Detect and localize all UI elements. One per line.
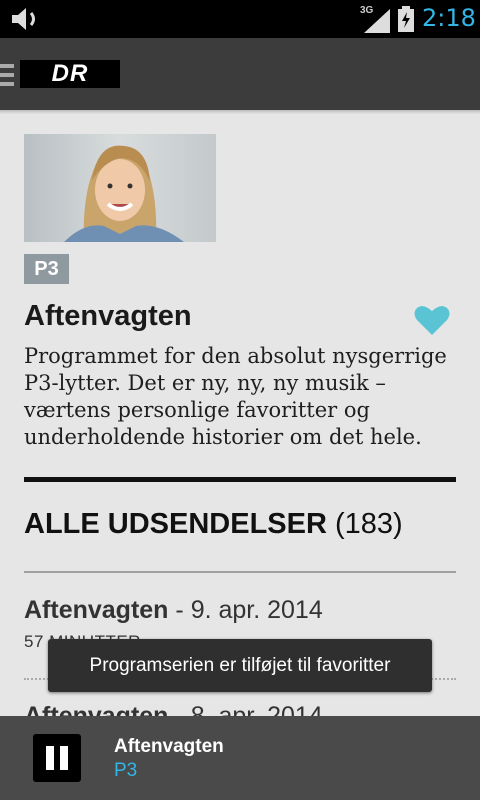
favorite-added-toast: Programserien er tilføjet til favoritter bbox=[48, 639, 432, 692]
app-bar: DR bbox=[0, 38, 480, 114]
pause-icon bbox=[46, 746, 54, 770]
now-playing-channel: P3 bbox=[114, 760, 138, 781]
now-playing-bar[interactable]: Aftenvagten P3 bbox=[0, 716, 480, 800]
description-line: værtens personlige favoritter og bbox=[24, 398, 370, 422]
signal-icon: 3G bbox=[360, 5, 390, 33]
status-bar: 3G 2:18 bbox=[0, 0, 480, 38]
section-divider bbox=[24, 477, 456, 482]
episode-date: 9. apr. 2014 bbox=[190, 596, 323, 624]
heart-icon[interactable] bbox=[414, 304, 450, 336]
description-line: P3-lytter. Det er ny, ny, ny musik – bbox=[24, 371, 386, 395]
description-line: Programmet for den absolut nysgerrige bbox=[24, 344, 447, 368]
status-clock: 2:18 bbox=[422, 4, 476, 32]
now-playing-title: Aftenvagten bbox=[114, 736, 224, 757]
description-line: underholdende historier om det hele. bbox=[24, 425, 422, 449]
pause-button[interactable] bbox=[33, 734, 81, 782]
program-photo bbox=[24, 134, 216, 242]
section-title-text: ALLE UDSENDELSER bbox=[24, 508, 327, 540]
logo-text: DR bbox=[51, 60, 89, 87]
hamburger-menu-icon[interactable] bbox=[0, 64, 14, 86]
episode-separator: - bbox=[168, 596, 191, 624]
episode-count: (183) bbox=[334, 508, 403, 540]
episode-item[interactable]: Aftenvagten - 9. apr. 2014 bbox=[24, 596, 323, 625]
volume-icon bbox=[12, 8, 35, 30]
program-description: Programmet for den absolut nysgerrige P3… bbox=[24, 343, 464, 451]
episodes-section-title: ALLE UDSENDELSER (183) bbox=[24, 508, 403, 541]
channel-badge: P3 bbox=[24, 254, 69, 284]
dr-logo[interactable]: DR bbox=[20, 60, 120, 88]
episodes-divider bbox=[24, 571, 456, 573]
battery-charging-icon bbox=[398, 6, 414, 32]
app-bar-shadow bbox=[0, 110, 480, 114]
program-title: Aftenvagten bbox=[24, 300, 192, 332]
episode-name: Aftenvagten bbox=[24, 596, 169, 624]
host-portrait-image bbox=[24, 134, 216, 242]
